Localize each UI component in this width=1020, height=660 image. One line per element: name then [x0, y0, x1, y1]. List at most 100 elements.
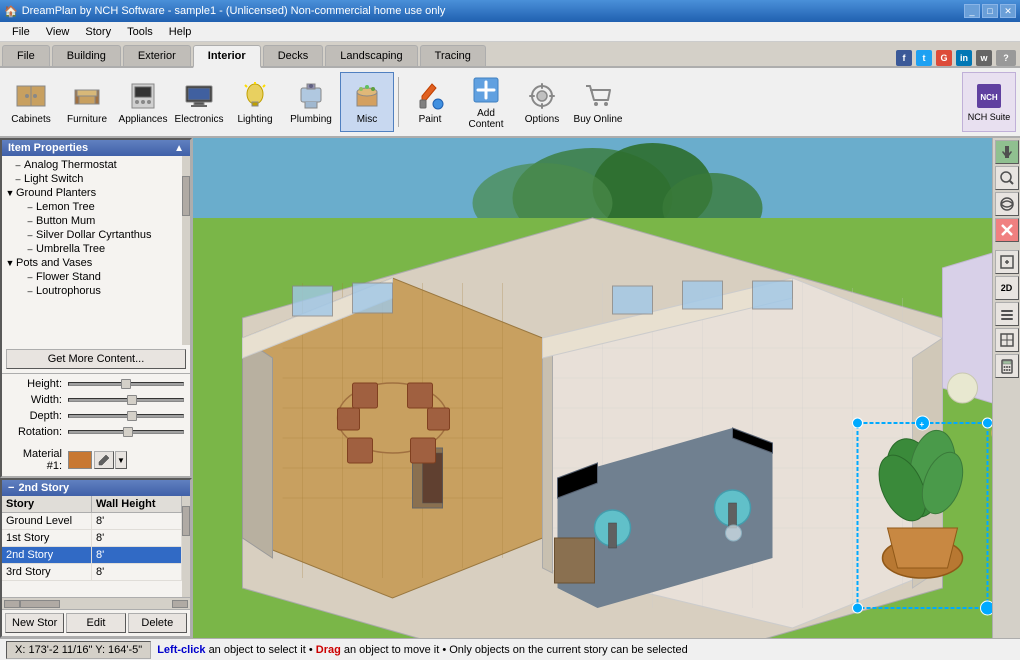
tool-lighting[interactable]: Lighting	[228, 72, 282, 132]
story-cell-3rd-name: 3rd Story	[2, 564, 92, 580]
tab-right: f t G in w ?	[896, 50, 1020, 66]
tool-zoom-fit-button[interactable]	[995, 250, 1019, 274]
height-label: Height:	[8, 378, 68, 390]
material-edit-button[interactable]	[94, 451, 114, 469]
help-icon[interactable]: ?	[996, 50, 1016, 66]
story-hscroll[interactable]	[2, 597, 190, 609]
svg-text:NCH: NCH	[980, 93, 998, 102]
story-row-2nd[interactable]: 2nd Story 8'	[2, 547, 182, 564]
material-swatch[interactable]	[68, 451, 92, 469]
tool-orbit-button[interactable]	[995, 192, 1019, 216]
story-collapse-icon[interactable]: −	[8, 482, 14, 494]
tree-item-flower-stand[interactable]: – Flower Stand	[4, 270, 180, 284]
width-row: Width:	[8, 394, 184, 406]
tree-item-analog-thermostat[interactable]: – Analog Thermostat	[4, 158, 180, 172]
web-icon[interactable]: w	[976, 50, 992, 66]
tab-building[interactable]: Building	[52, 45, 121, 66]
tool-add-content[interactable]: Add Content	[459, 72, 513, 132]
tree-item-button-mum[interactable]: – Button Mum	[4, 214, 180, 228]
menu-tools[interactable]: Tools	[119, 24, 161, 40]
rotation-label: Rotation:	[8, 426, 68, 438]
titlebar-title: DreamPlan by NCH Software - sample1 - (U…	[22, 5, 446, 17]
tool-layers-button[interactable]	[995, 302, 1019, 326]
tree-item-light-switch[interactable]: – Light Switch	[4, 172, 180, 186]
tool-buy-online[interactable]: Buy Online	[571, 72, 625, 132]
tree-expand-icon: –	[12, 174, 24, 184]
tool-grid-button[interactable]	[995, 328, 1019, 352]
story-row-3rd[interactable]: 3rd Story 8'	[2, 564, 182, 581]
misc-icon	[351, 80, 383, 112]
story-row-ground[interactable]: Ground Level 8'	[2, 513, 182, 530]
story-cell-2nd-height: 8'	[92, 547, 182, 563]
tool-delete-button[interactable]	[995, 218, 1019, 242]
maximize-button[interactable]: □	[982, 4, 998, 18]
titlebar-controls[interactable]: _ □ ✕	[964, 4, 1016, 18]
menu-view[interactable]: View	[38, 24, 78, 40]
tree-label-pots-vases: Pots and Vases	[16, 257, 180, 269]
tool-cabinets[interactable]: Cabinets	[4, 72, 58, 132]
tool-nch-suite[interactable]: NCH NCH Suite	[962, 72, 1016, 132]
delete-story-button[interactable]: Delete	[128, 613, 187, 633]
tree-label-umbrella-tree: Umbrella Tree	[36, 243, 180, 255]
tree-item-pots-vases[interactable]: ▼ Pots and Vases	[4, 256, 180, 270]
tool-appliances[interactable]: Appliances	[116, 72, 170, 132]
tool-plumbing[interactable]: Plumbing	[284, 72, 338, 132]
story-content: Story Wall Height Ground Level 8' 1st St…	[2, 496, 190, 597]
buy-online-icon	[582, 80, 614, 112]
tab-exterior[interactable]: Exterior	[123, 45, 191, 66]
height-slider[interactable]	[68, 382, 184, 386]
height-thumb	[121, 379, 131, 389]
right-toolbar: 2D	[992, 138, 1020, 638]
tool-paint[interactable]: Paint	[403, 72, 457, 132]
new-story-button[interactable]: New Stor	[5, 613, 64, 633]
tool-electronics[interactable]: Electronics	[172, 72, 226, 132]
twitter-icon[interactable]: t	[916, 50, 932, 66]
tab-file[interactable]: File	[2, 45, 50, 66]
tree-item-loutrophorus[interactable]: – Loutrophorus	[4, 284, 180, 298]
tree-item-ground-planters[interactable]: ▼ Ground Planters	[4, 186, 180, 200]
tree-item-umbrella-tree[interactable]: – Umbrella Tree	[4, 242, 180, 256]
tree-scrollbar[interactable]	[182, 156, 190, 345]
item-properties-collapse[interactable]: ▲	[174, 143, 184, 154]
tab-decks[interactable]: Decks	[263, 45, 324, 66]
width-thumb	[127, 395, 137, 405]
tab-tracing[interactable]: Tracing	[420, 45, 486, 66]
story-scrollbar[interactable]	[182, 496, 190, 597]
story-buttons: New Stor Edit Delete	[2, 609, 190, 636]
story-hscroll-thumb[interactable]	[20, 600, 60, 608]
tree-label-button-mum: Button Mum	[36, 215, 180, 227]
tool-calculator-button[interactable]	[995, 354, 1019, 378]
rotation-slider[interactable]	[68, 430, 184, 434]
get-more-content-button[interactable]: Get More Content...	[6, 349, 186, 369]
electronics-icon	[183, 80, 215, 112]
rotation-row: Rotation:	[8, 426, 184, 438]
menu-file[interactable]: File	[4, 24, 38, 40]
minimize-button[interactable]: _	[964, 4, 980, 18]
story-row-1st[interactable]: 1st Story 8'	[2, 530, 182, 547]
edit-story-button[interactable]: Edit	[66, 613, 125, 633]
properties-section: Height: Width: Depth:	[2, 373, 190, 446]
material-dropdown-button[interactable]: ▼	[115, 451, 127, 469]
tool-options[interactable]: Options	[515, 72, 569, 132]
linkedin-icon[interactable]: in	[956, 50, 972, 66]
tool-2d-button[interactable]: 2D	[995, 276, 1019, 300]
facebook-icon[interactable]: f	[896, 50, 912, 66]
google-icon[interactable]: G	[936, 50, 952, 66]
tool-misc[interactable]: Misc	[340, 72, 394, 132]
tree-expand-icon: –	[24, 216, 36, 226]
tool-furniture[interactable]: Furniture	[60, 72, 114, 132]
width-slider[interactable]	[68, 398, 184, 402]
tree-item-silver-dollar[interactable]: – Silver Dollar Cyrtanthus	[4, 228, 180, 242]
3d-viewport[interactable]: +	[193, 138, 992, 638]
menu-help[interactable]: Help	[161, 24, 200, 40]
depth-slider[interactable]	[68, 414, 184, 418]
tool-zoom-button[interactable]	[995, 166, 1019, 190]
close-button[interactable]: ✕	[1000, 4, 1016, 18]
tree-item-lemon-tree[interactable]: – Lemon Tree	[4, 200, 180, 214]
tabbar: File Building Exterior Interior Decks La…	[0, 42, 1020, 68]
tree-label-lemon-tree: Lemon Tree	[36, 201, 180, 213]
tab-interior[interactable]: Interior	[193, 45, 261, 68]
tab-landscaping[interactable]: Landscaping	[325, 45, 417, 66]
tool-hand-button[interactable]	[995, 140, 1019, 164]
menu-story[interactable]: Story	[77, 24, 119, 40]
